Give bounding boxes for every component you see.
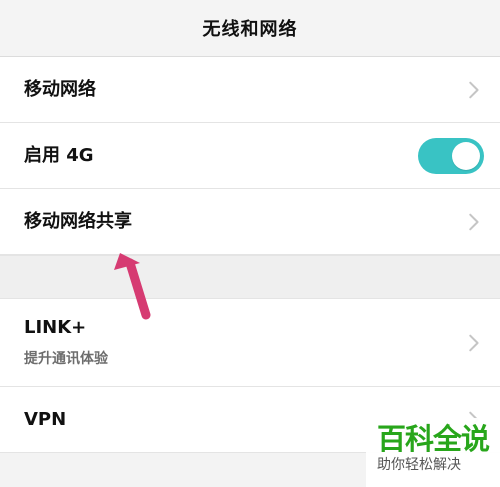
link-plus-item[interactable]: LINK+ 提升通讯体验 bbox=[0, 299, 500, 387]
enable-4g-label: 启用 4G bbox=[24, 144, 94, 166]
vpn-label: VPN bbox=[24, 408, 67, 430]
watermark-title: 百科全说 bbox=[377, 422, 490, 456]
chevron-right-icon bbox=[469, 213, 479, 230]
page-title: 无线和网络 bbox=[202, 19, 298, 40]
watermark-badge: 百科全说 助你轻松解决 bbox=[366, 418, 500, 487]
toggle-knob bbox=[452, 141, 480, 170]
watermark-subtitle: 助你轻松解决 bbox=[377, 457, 461, 473]
chevron-right-icon bbox=[469, 81, 479, 98]
link-plus-label: LINK+ bbox=[24, 317, 87, 338]
settings-list: 移动网络 启用 4G 移动网络共享 bbox=[0, 57, 500, 255]
mobile-network-sharing-item[interactable]: 移动网络共享 bbox=[0, 189, 500, 255]
chevron-right-icon bbox=[469, 334, 479, 351]
mobile-network-label: 移动网络 bbox=[24, 78, 96, 100]
mobile-network-item[interactable]: 移动网络 bbox=[0, 57, 500, 123]
mobile-network-sharing-label: 移动网络共享 bbox=[24, 210, 132, 232]
enable-4g-toggle[interactable] bbox=[418, 137, 484, 174]
top-bar: 无线和网络 bbox=[0, 0, 500, 57]
link-plus-text: LINK+ 提升通讯体验 bbox=[24, 317, 108, 368]
link-plus-sublabel: 提升通讯体验 bbox=[24, 350, 108, 367]
enable-4g-item[interactable]: 启用 4G bbox=[0, 123, 500, 189]
section-divider bbox=[0, 255, 500, 299]
